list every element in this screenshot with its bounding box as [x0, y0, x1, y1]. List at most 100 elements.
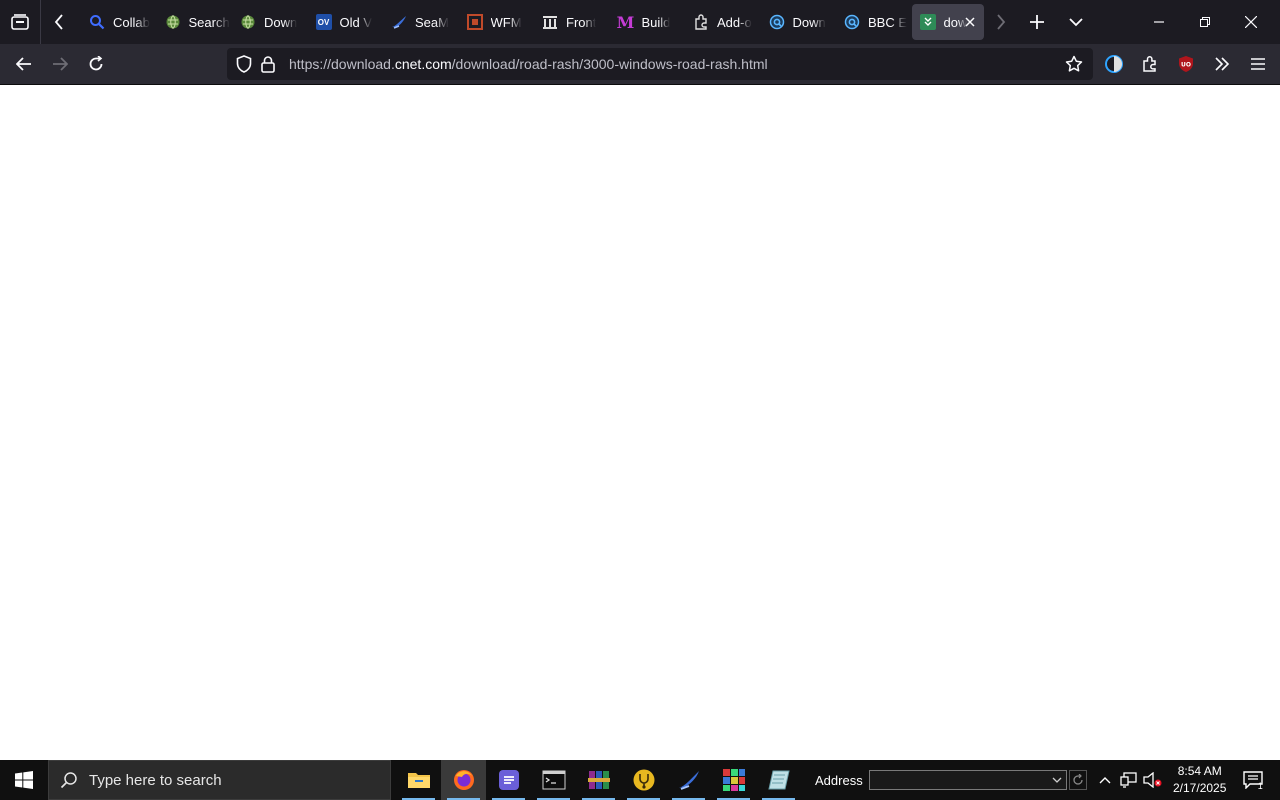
list-all-tabs-button[interactable]: [1056, 0, 1096, 44]
more-tools-button[interactable]: [1204, 48, 1240, 80]
taskbar-app-winrar[interactable]: [576, 760, 621, 800]
taskbar-app-file-explorer[interactable]: [396, 760, 441, 800]
system-tray: 8:54 AM 2/17/2025 1: [1093, 760, 1273, 800]
tab[interactable]: Search: [157, 4, 233, 40]
reload-icon: [89, 56, 103, 71]
taskbar-search-box[interactable]: Type here to search: [48, 760, 391, 800]
tab[interactable]: BBC E: [836, 4, 912, 40]
taskbar-app-seamonkey[interactable]: [666, 760, 711, 800]
back-button[interactable]: [6, 48, 42, 80]
firefox-view-icon: [11, 14, 29, 30]
close-window-button[interactable]: [1228, 0, 1274, 44]
minimize-icon: [1153, 21, 1164, 23]
archive-icon: [587, 771, 610, 789]
search-icon: [49, 771, 89, 789]
navigation-toolbar: https://download.cnet.com/download/road-…: [0, 44, 1280, 85]
taskbar-app-terminal[interactable]: [531, 760, 576, 800]
tab[interactable]: Down: [761, 4, 837, 40]
windows-logo-icon: [15, 771, 33, 789]
refresh-icon: [1073, 774, 1083, 785]
firefox-view-button[interactable]: [0, 0, 40, 44]
firefox-icon: [453, 770, 474, 790]
reload-button[interactable]: [78, 48, 114, 80]
tab[interactable]: Add-o: [685, 4, 761, 40]
volume-muted-icon: [1143, 772, 1162, 788]
puzzle-icon: [693, 14, 709, 30]
scroll-tabs-right-button[interactable]: [984, 0, 1018, 44]
network-icon: [1120, 772, 1137, 788]
network-button[interactable]: [1117, 760, 1141, 800]
page-content: [0, 85, 1280, 760]
double-chevron-right-icon: [1215, 57, 1230, 71]
address-toolbar: Address: [815, 770, 1087, 790]
taskbar-app-grid-tool[interactable]: [711, 760, 756, 800]
puzzle-icon: [1143, 56, 1156, 72]
address-label: Address: [815, 772, 863, 788]
hamburger-icon: [1251, 58, 1265, 70]
taskbar-app-notes[interactable]: [486, 760, 531, 800]
tracking-protection-icon[interactable]: [233, 48, 255, 80]
tab-label: SeaM: [415, 14, 449, 30]
dark-reader-button[interactable]: [1096, 48, 1132, 80]
extensions-button[interactable]: [1132, 48, 1168, 80]
lock-icon[interactable]: [257, 48, 279, 80]
address-go-button[interactable]: [1068, 770, 1087, 790]
tab-label: Build: [641, 14, 671, 30]
notes-app-icon: [498, 770, 519, 790]
restore-icon: [1199, 17, 1210, 27]
taskbar-clock[interactable]: 8:54 AM 2/17/2025: [1167, 763, 1233, 797]
svg-text:UO: UO: [1181, 62, 1191, 69]
tab-list: Collab Search Down OV Old V SeaM WFM Fro…: [77, 0, 984, 44]
taskbar-app-stethoscope[interactable]: [621, 760, 666, 800]
grid-app-icon: [722, 769, 745, 791]
tab[interactable]: OV Old V: [308, 4, 384, 40]
globe-icon: [165, 14, 181, 30]
close-tab-button[interactable]: [962, 14, 978, 30]
notebook-icon: [767, 770, 790, 790]
tab-label: Old V: [339, 14, 373, 30]
taskbar-apps: [392, 760, 801, 800]
url-domain: cnet.com: [394, 56, 452, 72]
chevron-left-icon: [54, 14, 63, 30]
start-button[interactable]: [0, 760, 48, 800]
url-text[interactable]: https://download.cnet.com/download/road-…: [289, 56, 768, 72]
tab-label: Down: [792, 14, 826, 30]
tab[interactable]: Down: [232, 4, 308, 40]
m-icon: M: [616, 12, 635, 32]
arrow-right-icon: [53, 57, 68, 71]
search-icon: [89, 14, 105, 30]
ublock-icon: UO: [1179, 56, 1193, 72]
minimize-button[interactable]: [1136, 0, 1182, 44]
folder-icon: [407, 773, 430, 788]
menu-button[interactable]: [1240, 48, 1276, 80]
restore-button[interactable]: [1182, 0, 1228, 44]
terminal-icon: [542, 770, 565, 790]
tab[interactable]: M Build: [610, 4, 686, 40]
taskbar-app-firefox[interactable]: [441, 760, 486, 800]
close-icon: [964, 17, 975, 27]
close-icon: [1244, 16, 1257, 28]
action-center-button[interactable]: 1: [1233, 760, 1273, 800]
q-icon: [769, 14, 785, 30]
tab[interactable]: Front: [534, 4, 610, 40]
ublock-button[interactable]: UO: [1168, 48, 1204, 80]
clock-date: 2/17/2025: [1173, 781, 1227, 795]
taskbar-app-notebook[interactable]: [756, 760, 801, 800]
url-bar[interactable]: https://download.cnet.com/download/road-…: [227, 48, 1093, 80]
forward-button[interactable]: [42, 48, 78, 80]
show-hidden-icons-button[interactable]: [1093, 760, 1117, 800]
tab-active[interactable]: dow: [911, 4, 984, 40]
volume-button[interactable]: [1141, 760, 1165, 800]
tab[interactable]: SeaM: [383, 4, 459, 40]
chevron-up-icon: [1099, 777, 1111, 784]
scroll-tabs-left-button[interactable]: [41, 0, 77, 44]
tab[interactable]: Collab: [81, 4, 157, 40]
address-input[interactable]: [868, 770, 1067, 790]
tab-label: Search: [188, 14, 230, 30]
tab[interactable]: WFM: [459, 4, 535, 40]
seamonkey-icon: [678, 771, 699, 790]
new-tab-button[interactable]: [1018, 0, 1056, 44]
wfm-icon: [466, 14, 483, 30]
bookmark-star-button[interactable]: [1063, 53, 1085, 75]
chevron-down-icon[interactable]: [1050, 773, 1064, 787]
